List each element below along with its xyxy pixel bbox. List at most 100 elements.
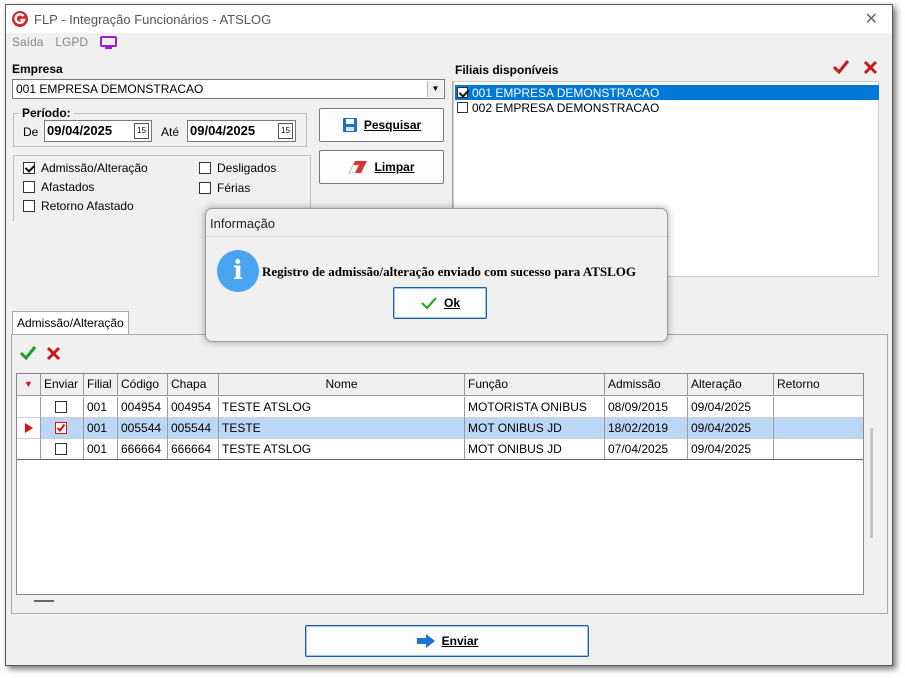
col-retorno[interactable]: Retorno (774, 374, 863, 396)
date-de-input[interactable]: 09/04/2025 15 (44, 120, 152, 142)
retorno-cell (774, 397, 863, 418)
check-mark-icon (56, 423, 66, 433)
codigo-cell: 666664 (118, 439, 168, 460)
funcao-cell: MOT ONIBUS JD (465, 418, 605, 439)
cross-icon[interactable] (46, 346, 61, 361)
ok-button[interactable]: Ok (393, 287, 487, 319)
grid-footer-handle (34, 600, 54, 602)
filter-afastados[interactable]: Afastados (23, 180, 94, 194)
app-logo-icon (12, 11, 28, 27)
list-item[interactable]: 001 EMPRESA DEMONSTRACAO (455, 85, 879, 100)
checkbox[interactable] (457, 87, 468, 98)
checkbox[interactable] (199, 182, 211, 194)
de-label: De (23, 125, 39, 139)
date-de-value: 09/04/2025 (47, 123, 113, 138)
checkbox[interactable] (55, 422, 67, 434)
sort-indicator-icon[interactable]: ▼ (17, 374, 41, 396)
checkbox[interactable] (55, 443, 67, 455)
empresa-label: Empresa (12, 62, 63, 76)
check-icon[interactable] (19, 345, 37, 361)
filter-label: Férias (217, 181, 251, 195)
filial-label: 002 EMPRESA DEMONSTRACAO (472, 100, 660, 115)
filter-ferias[interactable]: Férias (199, 181, 250, 195)
menu-bar: Saída LGPD (12, 35, 118, 49)
check-all-icon[interactable] (832, 59, 850, 75)
tab-admissao[interactable]: Admissão/Alteração (12, 311, 129, 335)
empresa-value: 001 EMPRESA DEMONSTRACAO (16, 82, 204, 96)
list-item[interactable]: 002 EMPRESA DEMONSTRACAO (455, 100, 879, 115)
ate-label: Até (161, 125, 180, 139)
date-ate-input[interactable]: 09/04/2025 15 (187, 120, 296, 142)
current-row-arrow-icon (25, 423, 33, 433)
filter-admissao[interactable]: Admissão/Alteração (23, 161, 148, 175)
info-icon: i (217, 250, 259, 292)
col-admissao[interactable]: Admissão (605, 374, 688, 396)
dialog-message: Registro de admissão/alteração enviado c… (262, 264, 636, 279)
title-bar: FLP - Integração Funcionários - ATSLOG ✕ (6, 5, 892, 33)
col-chapa[interactable]: Chapa (168, 374, 219, 396)
col-filial[interactable]: Filial (84, 374, 118, 396)
checkbox[interactable] (199, 162, 211, 174)
ok-label: Ok (443, 296, 460, 310)
nome-cell: TESTE (219, 418, 465, 439)
employees-table: ▼ Enviar Filial Código Chapa Nome Função… (16, 373, 864, 595)
col-codigo[interactable]: Código (118, 374, 168, 396)
scrollbar-thumb[interactable] (870, 428, 873, 538)
info-dialog: Informação i Registro de admissão/altera… (205, 208, 668, 342)
filter-label: Desligados (217, 161, 277, 175)
enviar-label: Enviar (441, 634, 479, 648)
filter-desligados[interactable]: Desligados (199, 161, 276, 175)
eraser-icon (348, 161, 368, 174)
vertical-scrollbar[interactable] (864, 398, 879, 595)
nome-cell: TESTE ATSLOG (219, 397, 465, 418)
alteracao-cell: 09/04/2025 (688, 439, 774, 460)
funcao-cell: MOTORISTA ONIBUS (465, 397, 605, 418)
filial-cell: 001 (84, 397, 118, 418)
close-icon[interactable]: ✕ (865, 9, 878, 29)
uncheck-all-icon[interactable] (863, 60, 878, 75)
enviar-button[interactable]: Enviar (305, 625, 589, 657)
arrow-right-icon (416, 634, 435, 648)
alteracao-cell: 09/04/2025 (688, 418, 774, 439)
save-disk-icon (342, 118, 357, 132)
menu-saida[interactable]: Saída (12, 35, 43, 49)
check-icon (421, 297, 437, 310)
chapa-cell: 004954 (168, 397, 219, 418)
codigo-cell: 004954 (118, 397, 168, 418)
chapa-cell: 005544 (168, 418, 219, 439)
checkbox[interactable] (457, 102, 468, 113)
enviar-cell[interactable] (41, 397, 84, 418)
admissao-cell: 07/04/2025 (605, 439, 688, 460)
limpar-button[interactable]: Limpar (319, 150, 444, 184)
checkbox[interactable] (55, 401, 67, 413)
checkbox[interactable] (23, 181, 35, 193)
row-indicator (17, 418, 41, 439)
filter-label: Admissão/Alteração (41, 161, 148, 175)
menu-lgpd[interactable]: LGPD (55, 35, 88, 49)
col-enviar[interactable]: Enviar (41, 374, 84, 396)
date-ate-value: 09/04/2025 (190, 123, 256, 138)
pesquisar-label: Pesquisar (363, 118, 422, 132)
dialog-title: Informação (210, 216, 276, 231)
col-funcao[interactable]: Função (465, 374, 605, 396)
checkbox[interactable] (23, 200, 35, 212)
pesquisar-button[interactable]: Pesquisar (319, 108, 444, 142)
retorno-cell (774, 439, 863, 460)
calendar-icon[interactable]: 15 (278, 123, 293, 139)
filter-label: Afastados (41, 180, 95, 194)
col-alteracao[interactable]: Alteração (688, 374, 774, 396)
empresa-select[interactable]: 001 EMPRESA DEMONSTRACAO ▼ (12, 79, 445, 99)
calendar-icon[interactable]: 15 (134, 123, 149, 139)
filter-retorno-afastado[interactable]: Retorno Afastado (23, 199, 134, 213)
row-indicator (17, 439, 41, 460)
chevron-down-icon[interactable]: ▼ (427, 81, 443, 97)
col-nome[interactable]: Nome (219, 374, 465, 396)
monitor-icon[interactable] (100, 35, 118, 49)
alteracao-cell: 09/04/2025 (688, 397, 774, 418)
filial-label: 001 EMPRESA DEMONSTRACAO (472, 85, 660, 100)
periodo-label: Período: (22, 106, 71, 120)
checkbox[interactable] (23, 162, 35, 174)
enviar-cell[interactable] (41, 418, 84, 439)
filial-cell: 001 (84, 418, 118, 439)
enviar-cell[interactable] (41, 439, 84, 460)
